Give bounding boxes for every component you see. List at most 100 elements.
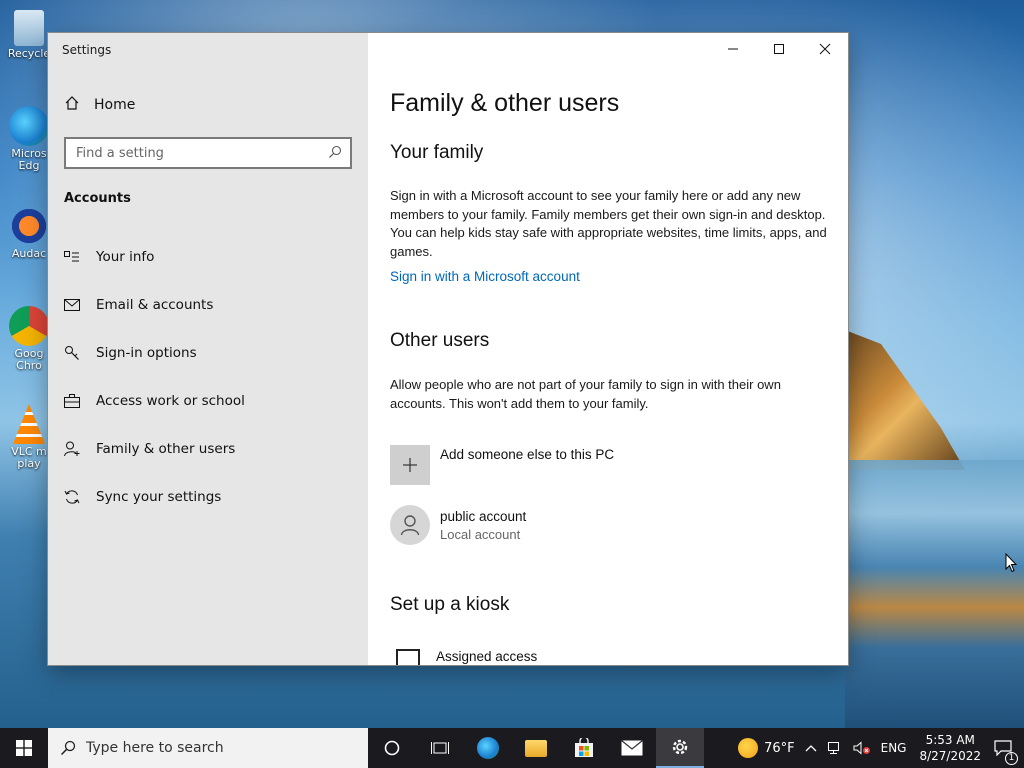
clock-date: 8/27/2022 [919, 749, 981, 763]
taskbar-mail[interactable] [608, 728, 656, 768]
plus-icon [390, 445, 430, 485]
system-tray: 76°F ENG 5:53 AM 8/27/2022 1 [733, 728, 1024, 768]
taskbar-search-placeholder: Type here to search [86, 740, 224, 756]
kiosk-icon [396, 649, 420, 665]
wallpaper-sea [845, 460, 1024, 728]
page-title: Family & other users [390, 89, 620, 117]
weather-temp: 76°F [764, 740, 795, 756]
sidebar-item-your-info[interactable]: Your info [48, 233, 368, 281]
taskbar-edge[interactable] [464, 728, 512, 768]
search-icon [60, 740, 76, 756]
recycle-bin-icon [14, 10, 44, 46]
gear-icon [672, 739, 688, 755]
language-indicator[interactable]: ENG [876, 741, 912, 755]
folder-icon [525, 739, 547, 757]
settings-search-box[interactable] [64, 137, 352, 169]
sidebar-home-label: Home [94, 97, 136, 113]
desktop-icon-edge[interactable]: Micros Edg [6, 106, 52, 172]
taskbar-file-explorer[interactable] [512, 728, 560, 768]
sidebar-item-email-accounts[interactable]: Email & accounts [48, 281, 368, 329]
show-hidden-icons-button[interactable] [800, 744, 822, 752]
settings-search-input[interactable] [76, 145, 328, 161]
network-icon [827, 742, 839, 754]
sidebar-item-sync-settings[interactable]: Sync your settings [48, 473, 368, 521]
clock[interactable]: 5:53 AM 8/27/2022 [911, 732, 989, 764]
sidebar-item-label: Email & accounts [96, 297, 214, 313]
task-view-button[interactable] [416, 728, 464, 768]
other-users-description: Allow people who are not part of your fa… [390, 377, 781, 411]
desktop-icon-recycle-bin[interactable]: Recycle [6, 10, 52, 60]
kiosk-heading: Set up a kiosk [390, 594, 510, 615]
cortana-icon [384, 740, 400, 756]
sidebar-item-family-other-users[interactable]: Family & other users [48, 425, 368, 473]
edge-icon [477, 737, 499, 759]
other-users-heading: Other users [390, 330, 490, 351]
add-someone-label: Add someone else to this PC [440, 447, 615, 462]
chevron-up-icon [805, 745, 817, 752]
your-family-description: Sign in with a Microsoft account to see … [390, 188, 827, 259]
taskbar-store[interactable] [560, 728, 608, 768]
sidebar-item-label: Your info [96, 249, 155, 265]
assigned-access-label: Assigned access [436, 649, 538, 664]
sign-in-microsoft-link[interactable]: Sign in with a Microsoft account [390, 269, 580, 284]
window-title: Settings [62, 43, 112, 57]
store-icon [575, 738, 593, 757]
notifications-button[interactable]: 1 [989, 740, 1024, 765]
settings-sidebar: Settings Home Accounts Your info [48, 33, 368, 665]
sidebar-item-sign-in-options[interactable]: Sign-in options [48, 329, 368, 377]
sidebar-item-label: Family & other users [96, 441, 236, 457]
taskbar-search[interactable]: Type here to search [48, 728, 368, 768]
sidebar-item-access-work-school[interactable]: Access work or school [48, 377, 368, 425]
sidebar-item-label: Sync your settings [96, 489, 222, 505]
briefcase-icon [64, 393, 80, 409]
your-family-heading: Your family [390, 142, 484, 163]
contact-card-icon [64, 249, 80, 265]
home-icon [64, 95, 80, 115]
desktop-icon-label: Recycle [7, 47, 51, 60]
add-person-icon [64, 441, 80, 457]
sync-icon [64, 489, 80, 505]
notification-count-badge: 1 [1005, 752, 1018, 765]
sidebar-item-label: Sign-in options [96, 345, 197, 361]
edge-icon [9, 106, 49, 146]
weather-sun-icon [738, 738, 759, 758]
desktop-icon-label: VLC m play [11, 445, 47, 470]
task-view-icon [431, 742, 449, 754]
cortana-button[interactable] [368, 728, 416, 768]
desktop-icon-label: Audac [11, 247, 47, 260]
desktop-icon-vlc[interactable]: VLC m play [6, 404, 52, 470]
settings-content: Family & other users Your family Sign in… [390, 33, 830, 665]
desktop-icon-audacity[interactable]: Audac [6, 206, 52, 260]
desktop-icon-chrome[interactable]: Goog Chro [6, 306, 52, 372]
weather-widget[interactable]: 76°F [733, 738, 800, 758]
taskbar: Type here to search 76°F ENG 5:53 AM 8/2… [0, 728, 1024, 768]
desktop-icon-label: Micros Edg [11, 147, 47, 172]
key-icon [64, 345, 80, 361]
audacity-icon [9, 206, 49, 246]
desktop-icon-label: Goog Chro [14, 347, 44, 372]
sidebar-home[interactable]: Home [64, 95, 135, 115]
start-button[interactable] [0, 728, 48, 768]
user-name: public account [440, 508, 527, 524]
sidebar-item-label: Access work or school [96, 393, 245, 409]
sidebar-nav: Your info Email & accounts Sign-in optio… [48, 233, 368, 521]
volume-button[interactable] [848, 741, 876, 755]
vlc-icon [13, 404, 45, 444]
search-icon [328, 144, 342, 163]
mail-icon [64, 297, 80, 313]
mail-icon [621, 740, 643, 756]
mouse-cursor-icon [1005, 553, 1017, 573]
clock-time: 5:53 AM [925, 733, 975, 747]
user-type: Local account [440, 526, 521, 542]
user-avatar-icon [390, 505, 430, 545]
network-button[interactable] [822, 741, 848, 755]
sidebar-section-accounts: Accounts [64, 191, 131, 206]
assigned-access-button[interactable]: Assigned access [396, 649, 537, 665]
windows-logo-icon [16, 740, 32, 756]
taskbar-settings[interactable] [656, 728, 704, 768]
add-someone-button[interactable]: Add someone else to this PC [390, 445, 614, 485]
user-public-account[interactable]: public account Local account [390, 505, 526, 545]
chrome-icon [9, 306, 49, 346]
volume-muted-icon [853, 741, 870, 755]
settings-window: Settings Home Accounts Your info [48, 33, 848, 665]
